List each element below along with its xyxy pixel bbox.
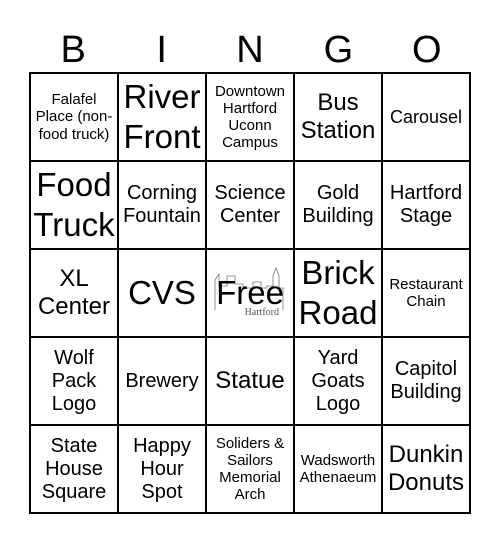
bingo-cell[interactable]: Food Truck: [30, 161, 118, 249]
bingo-grid: Falafel Place (non-food truck) River Fro…: [29, 72, 471, 514]
bingo-cell[interactable]: Downtown Hartford Uconn Campus: [206, 73, 294, 161]
bingo-cell[interactable]: Bus Station: [294, 73, 382, 161]
bingo-cell[interactable]: XL Center: [30, 249, 118, 337]
bingo-cell[interactable]: Capitol Building: [382, 337, 470, 425]
free-space-cell[interactable]: Free Hartford: [206, 249, 294, 337]
bingo-cell[interactable]: Corning Fountain: [118, 161, 206, 249]
header-letter-o: O: [412, 29, 442, 71]
bingo-cell[interactable]: Falafel Place (non-food truck): [30, 73, 118, 161]
header-letter-i: I: [156, 29, 167, 71]
header-letter-n: N: [236, 29, 264, 71]
bingo-cell[interactable]: Carousel: [382, 73, 470, 161]
bingo-header: B I N G O: [29, 28, 471, 72]
bingo-cell[interactable]: CVS: [118, 249, 206, 337]
bingo-cell[interactable]: Wadsworth Athenaeum: [294, 425, 382, 513]
bingo-cell[interactable]: River Front: [118, 73, 206, 161]
bingo-cell[interactable]: Wolf Pack Logo: [30, 337, 118, 425]
bingo-cell[interactable]: Gold Building: [294, 161, 382, 249]
bingo-cell[interactable]: Brick Road: [294, 249, 382, 337]
header-letter-g: G: [323, 29, 354, 71]
header-letter-b: B: [60, 29, 86, 71]
hartford-logo-text: Hartford: [244, 306, 279, 318]
bingo-cell[interactable]: Soliders & Sailors Memorial Arch: [206, 425, 294, 513]
bingo-cell[interactable]: Yard Goats Logo: [294, 337, 382, 425]
bingo-cell[interactable]: Statue: [206, 337, 294, 425]
bingo-cell[interactable]: Restaurant Chain: [382, 249, 470, 337]
bingo-cell[interactable]: Brewery: [118, 337, 206, 425]
bingo-cell[interactable]: Science Center: [206, 161, 294, 249]
bingo-cell[interactable]: Happy Hour Spot: [118, 425, 206, 513]
bingo-cell[interactable]: Hartford Stage: [382, 161, 470, 249]
bingo-cell[interactable]: Dunkin Donuts: [382, 425, 470, 513]
bingo-cell[interactable]: State House Square: [30, 425, 118, 513]
